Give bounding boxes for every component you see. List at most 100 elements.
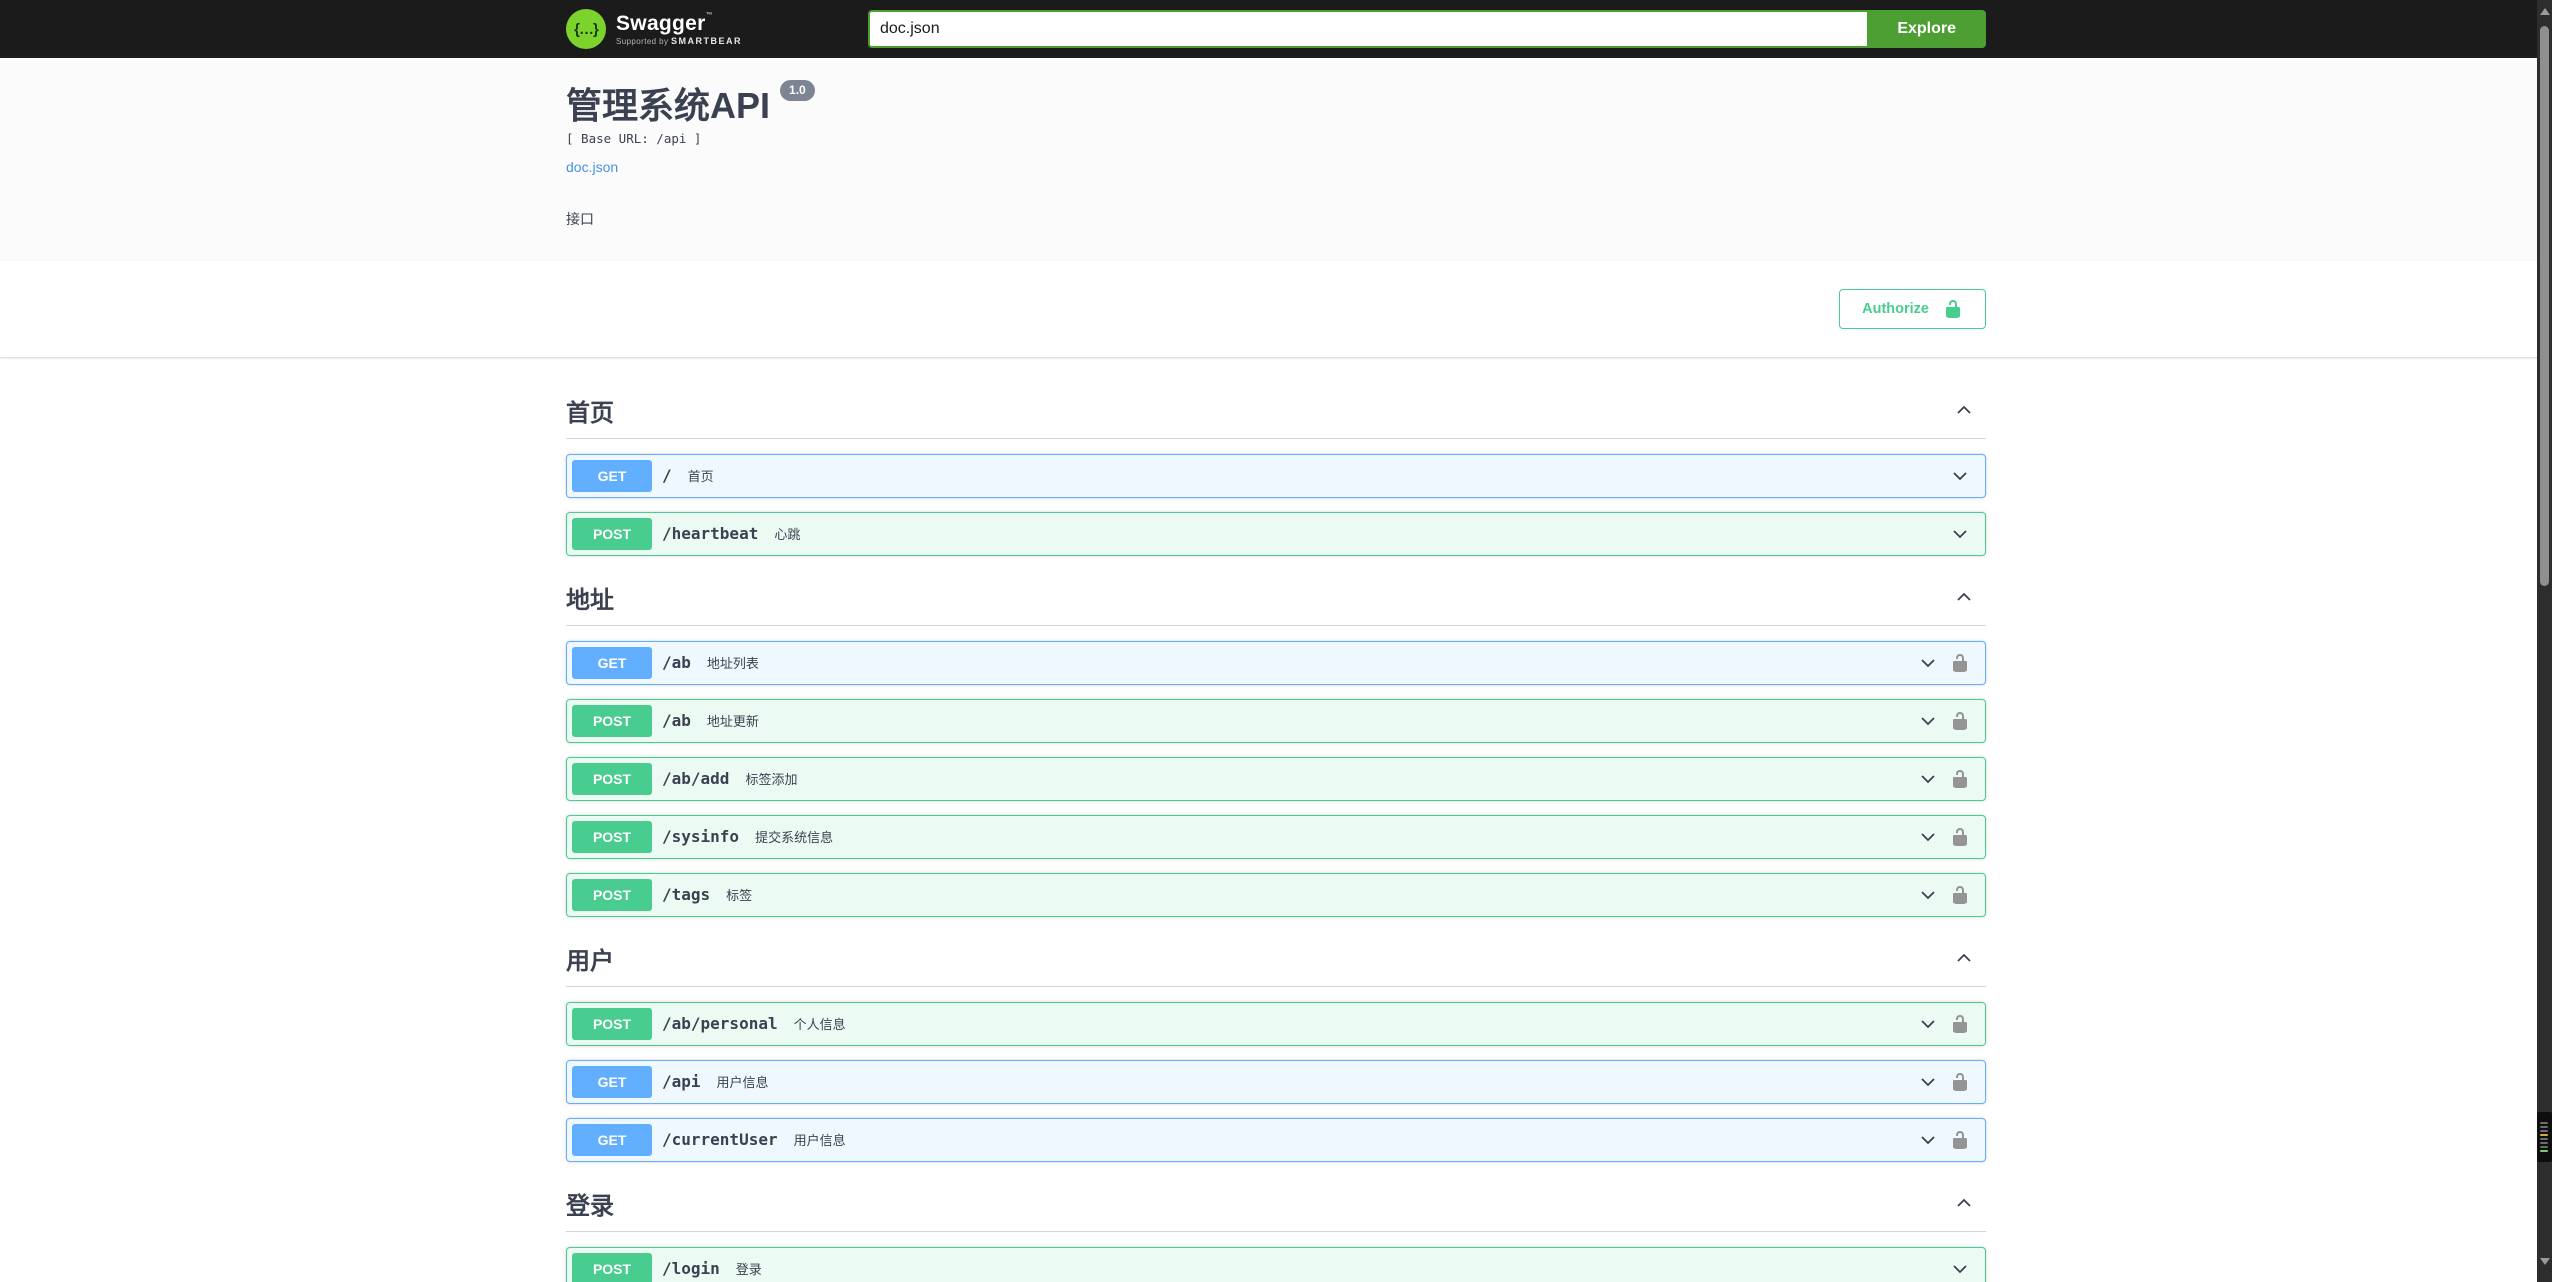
swagger-logo: {…} Swagger™ Supported by SMARTBEAR — [566, 9, 742, 49]
spec-link[interactable]: doc.json — [566, 159, 618, 175]
api-tag-section: 用户 POST /ab/personal 个人信息 GET /api 用户信息 … — [566, 931, 1986, 1162]
chevron-up-icon[interactable] — [1954, 948, 1974, 968]
chevron-down-icon[interactable] — [1950, 1259, 1970, 1279]
operation-row: GET /api 用户信息 — [566, 1059, 1986, 1104]
unlock-icon[interactable] — [1950, 1130, 1970, 1150]
operation-row: GET /currentUser 用户信息 — [566, 1117, 1986, 1162]
unlock-icon[interactable] — [1950, 769, 1970, 789]
chevron-down-icon[interactable] — [1950, 524, 1970, 544]
version-badge: 1.0 — [780, 80, 815, 102]
tag-header[interactable]: 登录 — [566, 1176, 1986, 1232]
operation-description: 提交系统信息 — [755, 830, 834, 846]
explore-button[interactable]: Explore — [1867, 10, 1986, 48]
spec-url-input[interactable] — [868, 10, 1868, 48]
base-url: [ Base URL: /api ] — [566, 130, 702, 146]
operation-path: /tags — [662, 885, 711, 905]
tag-title: 用户 — [566, 947, 614, 975]
operation-summary-bar[interactable]: POST /ab/add 标签添加 — [567, 758, 1985, 800]
operation-path: /currentUser — [662, 1130, 778, 1150]
unlock-icon[interactable] — [1950, 885, 1970, 905]
spec-url-form: Explore — [868, 10, 1986, 48]
method-badge: POST — [572, 704, 652, 737]
scroll-down-arrow[interactable] — [2539, 1258, 2550, 1265]
operation-summary-bar[interactable]: GET /currentUser 用户信息 — [567, 1119, 1985, 1161]
method-badge: GET — [572, 459, 652, 492]
chevron-down-icon[interactable] — [1950, 466, 1970, 486]
chevron-up-icon[interactable] — [1954, 1193, 1974, 1213]
chevron-down-icon[interactable] — [1918, 1130, 1938, 1150]
scrollbar-minimap — [2537, 1112, 2552, 1162]
operation-row: POST /ab/personal 个人信息 — [566, 1001, 1986, 1046]
operation-path: / — [662, 466, 672, 486]
operation-summary-bar[interactable]: POST /tags 标签 — [567, 874, 1985, 916]
tag-header[interactable]: 地址 — [566, 570, 1986, 626]
unlock-icon — [1946, 299, 1960, 318]
operation-row: POST /login 登录 — [566, 1246, 1986, 1282]
authorize-button[interactable]: Authorize — [1839, 288, 1986, 329]
api-tag-section: 登录 POST /login 登录 POST /loginstatus — [566, 1176, 1986, 1282]
method-badge: GET — [572, 1123, 652, 1156]
operation-summary-bar[interactable]: POST /ab 地址更新 — [567, 700, 1985, 742]
chevron-down-icon[interactable] — [1918, 1072, 1938, 1092]
method-badge: POST — [572, 820, 652, 853]
operation-description: 心跳 — [774, 527, 801, 543]
scroll-up-arrow[interactable] — [2539, 8, 2550, 15]
operation-summary-bar[interactable]: POST /login 登录 — [567, 1248, 1985, 1282]
api-tag-section: 首页 GET / 首页 POST /heartbeat 心跳 — [566, 383, 1986, 556]
chevron-up-icon[interactable] — [1954, 587, 1974, 607]
chevron-down-icon[interactable] — [1918, 711, 1938, 731]
chevron-down-icon[interactable] — [1918, 885, 1938, 905]
operation-row: POST /tags 标签 — [566, 872, 1986, 917]
unlock-icon[interactable] — [1950, 827, 1970, 847]
operation-row: POST /heartbeat 心跳 — [566, 511, 1986, 556]
logo-subtitle: Supported by SMARTBEAR — [616, 35, 743, 46]
method-badge: POST — [572, 762, 652, 795]
scrollbar[interactable] — [2537, 0, 2552, 1282]
chevron-down-icon[interactable] — [1918, 827, 1938, 847]
chevron-down-icon[interactable] — [1918, 653, 1938, 673]
operation-row: GET /ab 地址列表 — [566, 640, 1986, 685]
operation-description: 地址列表 — [706, 656, 759, 672]
tag-header[interactable]: 首页 — [566, 383, 1986, 439]
chevron-down-icon[interactable] — [1918, 1014, 1938, 1034]
operation-path: /ab/personal — [662, 1014, 778, 1034]
api-title: 管理系统API 1.0 — [566, 80, 1986, 126]
chevron-up-icon[interactable] — [1954, 400, 1974, 420]
operation-description: 地址更新 — [706, 714, 759, 730]
operation-summary-bar[interactable]: POST /heartbeat 心跳 — [567, 513, 1985, 555]
operation-description: 登录 — [735, 1262, 762, 1278]
method-badge: POST — [572, 517, 652, 550]
unlock-icon[interactable] — [1950, 711, 1970, 731]
method-badge: POST — [572, 878, 652, 911]
scrollbar-thumb[interactable] — [2540, 26, 2549, 586]
operation-summary-bar[interactable]: GET /api 用户信息 — [567, 1061, 1985, 1103]
operation-row: POST /ab/add 标签添加 — [566, 756, 1986, 801]
tag-title: 地址 — [566, 586, 614, 614]
api-description: 接口 — [566, 210, 594, 227]
operation-path: /sysinfo — [662, 827, 740, 847]
unlock-icon[interactable] — [1950, 653, 1970, 673]
operation-path: /api — [662, 1072, 701, 1092]
operation-row: POST /ab 地址更新 — [566, 698, 1986, 743]
method-badge: GET — [572, 1065, 652, 1098]
chevron-down-icon[interactable] — [1918, 769, 1938, 789]
operation-path: /login — [662, 1259, 720, 1279]
authorize-label: Authorize — [1862, 300, 1929, 317]
info-section: 管理系统API 1.0 [ Base URL: /api ] doc.json … — [0, 58, 2552, 261]
operation-description: 首页 — [687, 469, 714, 485]
unlock-icon[interactable] — [1950, 1014, 1970, 1034]
operation-summary-bar[interactable]: GET /ab 地址列表 — [567, 642, 1985, 684]
method-badge: GET — [572, 646, 652, 679]
operation-row: GET / 首页 — [566, 453, 1986, 498]
unlock-icon[interactable] — [1950, 1072, 1970, 1092]
operation-description: 个人信息 — [793, 1017, 846, 1033]
operation-summary-bar[interactable]: POST /sysinfo 提交系统信息 — [567, 816, 1985, 858]
operation-description: 用户信息 — [716, 1075, 769, 1091]
operation-summary-bar[interactable]: POST /ab/personal 个人信息 — [567, 1003, 1985, 1045]
topbar: {…} Swagger™ Supported by SMARTBEAR Expl… — [0, 0, 2552, 58]
operation-path: /ab/add — [662, 769, 730, 789]
operation-description: 标签 — [726, 888, 753, 904]
api-tag-section: 地址 GET /ab 地址列表 POST /ab 地址更新 POST /ab/a… — [566, 570, 1986, 917]
tag-header[interactable]: 用户 — [566, 931, 1986, 987]
operation-summary-bar[interactable]: GET / 首页 — [567, 455, 1985, 497]
